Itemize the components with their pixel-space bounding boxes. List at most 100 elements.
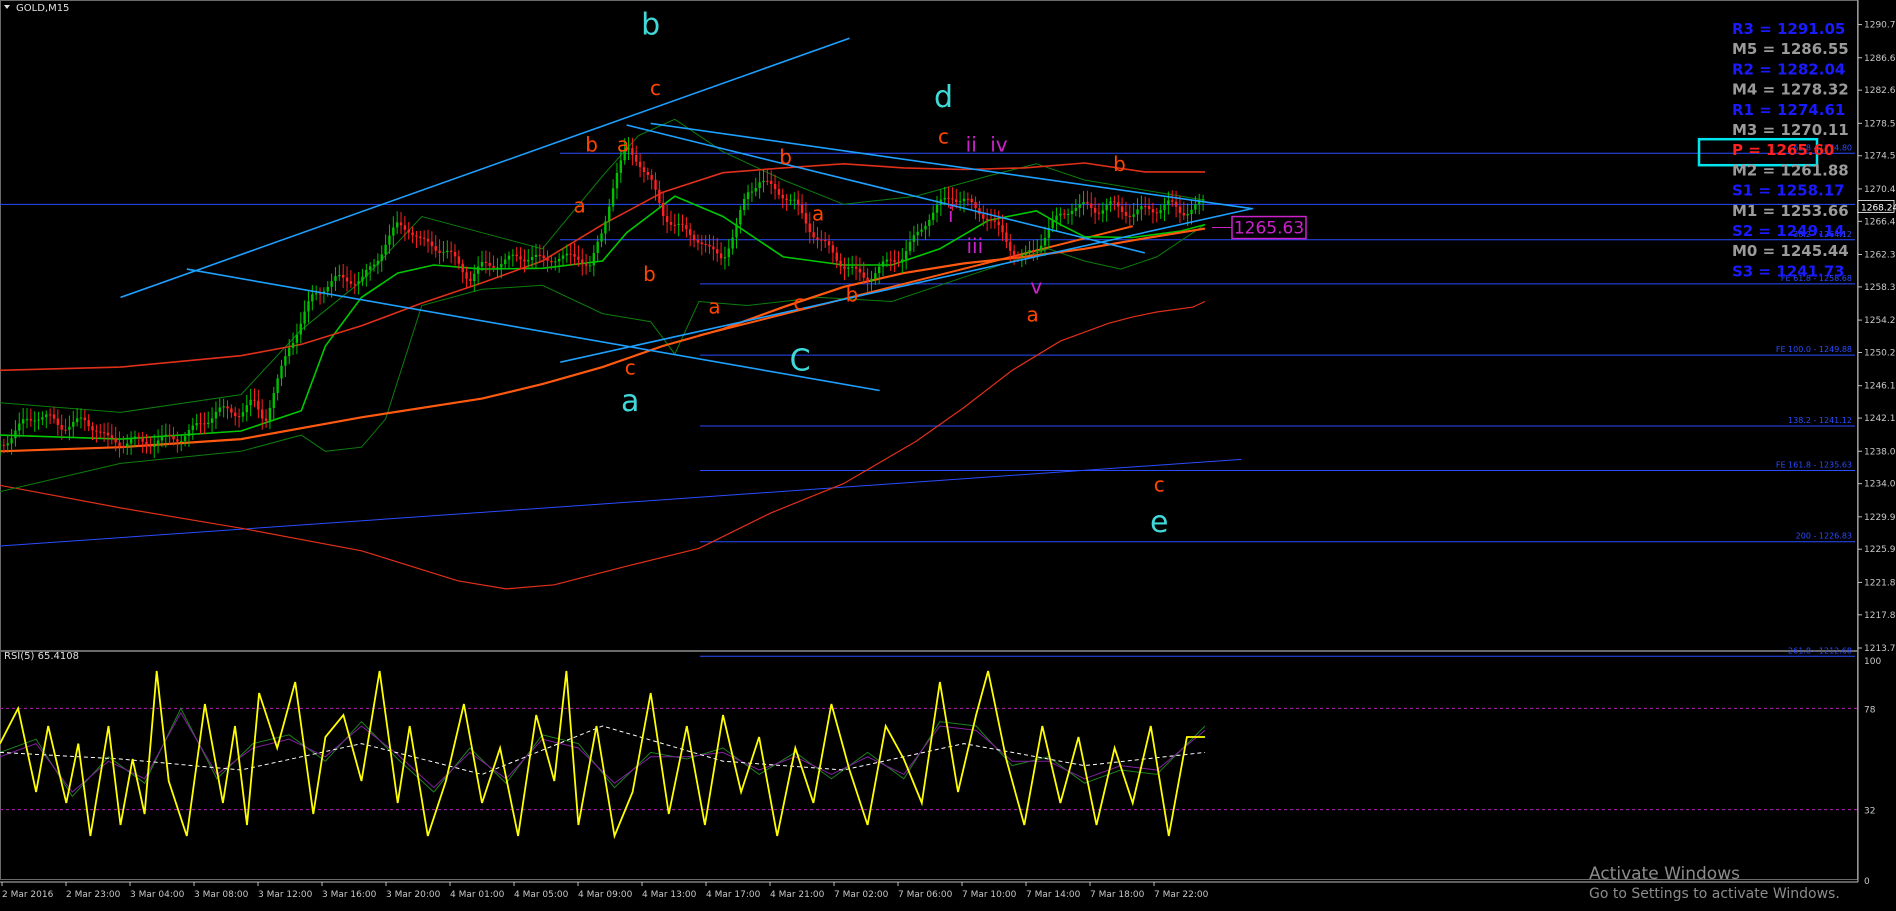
candle-body — [272, 392, 275, 408]
candle-body — [904, 251, 908, 260]
candle-body — [654, 179, 657, 190]
y-axis-tick-label: 1229.90 — [1864, 513, 1896, 523]
pivot-label: R1 = 1274.61 — [1732, 101, 1845, 119]
rsi-main-line — [0, 670, 1205, 840]
candle-body — [692, 234, 696, 241]
candle-body — [222, 406, 225, 408]
candle-body — [384, 244, 387, 255]
candle-body — [712, 246, 715, 250]
rsi-secondary-line — [0, 707, 1206, 798]
candle-body — [365, 269, 368, 277]
candle-body — [646, 171, 650, 176]
candle-body — [658, 189, 661, 203]
candle-body — [399, 222, 403, 226]
candle-body — [372, 264, 376, 267]
x-axis-tick-label: 7 Mar 02:00 — [834, 890, 889, 900]
candle-body — [453, 251, 457, 257]
candle-body — [1113, 201, 1116, 203]
candle-body — [808, 223, 811, 233]
wave-label: b — [779, 145, 792, 169]
candle-body — [689, 229, 692, 235]
candle-body — [827, 241, 831, 246]
channel-line — [560, 207, 1254, 363]
candle-body — [56, 418, 60, 425]
wave-label: c — [1154, 473, 1165, 497]
candle-body — [812, 232, 815, 238]
candle-body — [79, 417, 83, 419]
candle-body — [484, 261, 488, 263]
candle-body — [268, 407, 272, 421]
watermark-title: Activate Windows — [1589, 864, 1740, 884]
dropdown-triangle-icon[interactable] — [4, 5, 10, 9]
moving-average-line — [0, 162, 1205, 372]
candle-body — [1090, 203, 1093, 208]
candle-body — [866, 277, 869, 282]
candle-body — [257, 400, 260, 410]
candle-body — [669, 222, 673, 225]
x-axis-tick-label: 7 Mar 10:00 — [962, 890, 1017, 900]
candle-body — [924, 225, 927, 230]
x-axis-tick-label: 7 Mar 14:00 — [1026, 890, 1081, 900]
candle-body — [565, 253, 569, 256]
candle-body — [218, 407, 221, 412]
wave-label: a — [621, 384, 639, 419]
candle-body — [1055, 215, 1058, 221]
candle-body — [1182, 212, 1185, 216]
wave-label: b — [641, 7, 660, 42]
candle-body — [183, 436, 187, 441]
candle-body — [789, 199, 792, 201]
candle-body — [210, 418, 214, 423]
candle-body — [407, 229, 410, 233]
candle-body — [476, 266, 480, 274]
candle-body — [249, 399, 252, 406]
candle-body — [160, 436, 164, 441]
candle-body — [993, 220, 997, 222]
bollinger-upper — [0, 118, 1206, 413]
candle-body — [126, 443, 129, 447]
candle-body — [743, 199, 746, 211]
candle-body — [542, 255, 545, 259]
candle-body — [665, 216, 669, 223]
rsi-axis-tick-label: 32 — [1864, 807, 1875, 817]
candle-body — [338, 274, 341, 277]
candle-body — [1201, 199, 1205, 201]
candle-body — [291, 342, 295, 348]
candle-body — [426, 238, 430, 242]
wave-label: iii — [967, 234, 984, 258]
candle-body — [650, 175, 653, 180]
candle-body — [901, 259, 904, 263]
candle-body — [442, 252, 445, 254]
wave-label: d — [934, 80, 953, 115]
y-axis-tick-label: 1234.00 — [1864, 480, 1896, 490]
y-axis-tick-label: 1246.10 — [1864, 382, 1896, 392]
candle-body — [893, 260, 896, 263]
candle-body — [1078, 204, 1081, 208]
candle-body — [156, 440, 160, 445]
candle-body — [457, 256, 461, 264]
candle-body — [820, 239, 823, 241]
candle-body — [345, 277, 349, 282]
wave-label: b — [846, 282, 859, 306]
candle-body — [727, 248, 730, 258]
candle-body — [264, 418, 268, 421]
y-axis-tick-label: 1213.70 — [1864, 644, 1896, 654]
candle-body — [395, 222, 399, 228]
x-axis-tick-label: 3 Mar 20:00 — [386, 890, 441, 900]
candle-body — [1043, 237, 1047, 246]
candle-body — [95, 430, 98, 432]
candle-body — [253, 399, 256, 401]
candle-body — [133, 436, 137, 440]
candle-body — [430, 241, 434, 247]
candle-body — [280, 365, 283, 379]
candle-body — [68, 426, 71, 430]
candle-body — [353, 283, 356, 285]
candle-body — [638, 161, 642, 168]
candle-body — [673, 224, 676, 226]
candle-body — [885, 259, 889, 262]
candle-body — [835, 252, 838, 261]
candle-body — [361, 276, 364, 282]
candle-body — [122, 446, 125, 448]
candle-body — [1136, 209, 1139, 215]
pivot-label: S1 = 1258.17 — [1732, 182, 1845, 200]
bollinger-lower — [0, 224, 1206, 493]
